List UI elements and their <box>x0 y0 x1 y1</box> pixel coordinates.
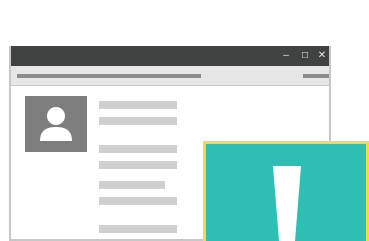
address-bar-placeholder[interactable] <box>17 74 201 78</box>
text-line-placeholder <box>99 117 177 125</box>
stage: – ☐ ✕ <box>0 0 369 241</box>
toolbar <box>11 66 329 86</box>
exclamation-icon <box>273 166 301 241</box>
text-line-placeholder <box>99 145 177 153</box>
avatar <box>25 96 87 152</box>
maximize-button[interactable]: ☐ <box>296 46 314 66</box>
title-bar[interactable]: – ☐ ✕ <box>11 46 329 66</box>
text-line-placeholder <box>99 197 177 205</box>
text-line-placeholder <box>99 225 177 233</box>
text-line-placeholder <box>99 101 177 109</box>
close-button[interactable]: ✕ <box>313 46 329 66</box>
alert-tile[interactable] <box>203 141 369 241</box>
text-line-placeholder <box>99 181 165 189</box>
text-line-placeholder <box>99 161 177 169</box>
minimize-button[interactable]: – <box>277 46 295 66</box>
user-icon <box>40 107 72 141</box>
toolbar-action-placeholder[interactable] <box>303 74 329 78</box>
